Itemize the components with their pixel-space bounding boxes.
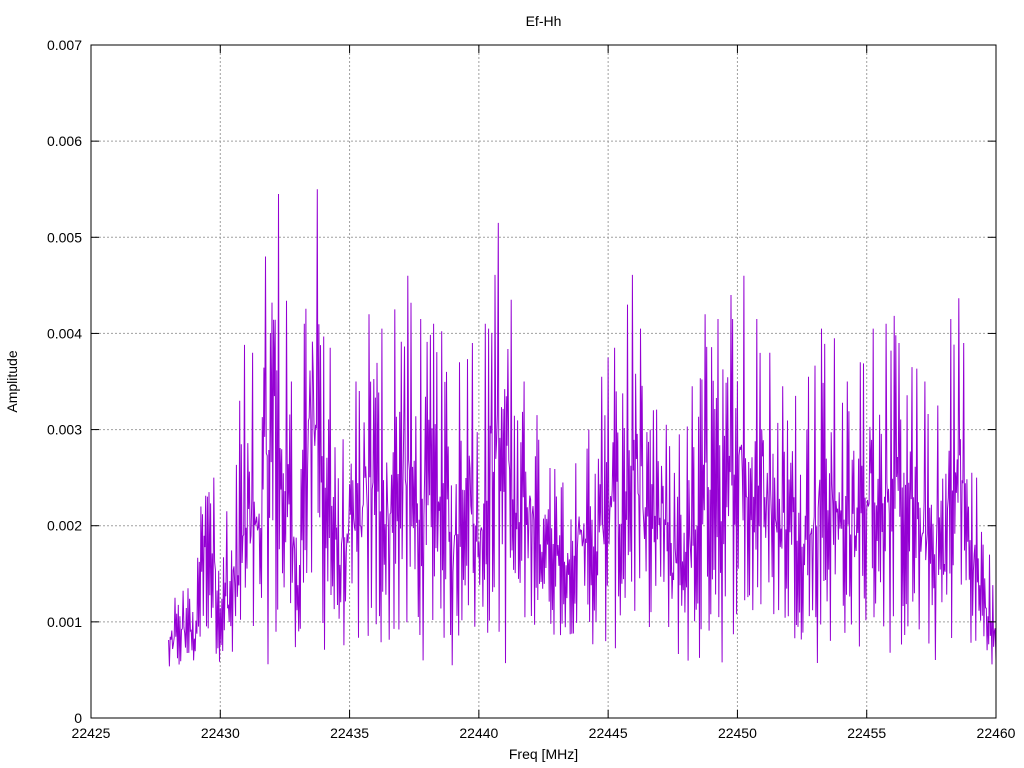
y-tick-label: 0.006 — [47, 133, 82, 149]
x-axis-label: Freq [MHz] — [509, 746, 578, 762]
y-tick-label: 0.002 — [47, 518, 82, 534]
x-tick-label: 22435 — [330, 725, 369, 741]
y-tick-label: 0.005 — [47, 229, 82, 245]
x-tick-label: 22460 — [977, 725, 1016, 741]
chart-title: Ef-Hh — [526, 13, 562, 29]
x-tick-label: 22450 — [718, 725, 757, 741]
x-tick-label: 22455 — [847, 725, 886, 741]
amplitude-series-line — [168, 189, 997, 667]
x-tick-label: 22430 — [201, 725, 240, 741]
y-axis-label: Amplitude — [4, 350, 20, 412]
x-tick-label: 22445 — [589, 725, 628, 741]
spectrum-chart: 22425 22430 22435 22440 22445 22450 22455 22460… — [4, 13, 1016, 762]
y-tick-label: 0 — [74, 710, 82, 726]
x-tick-label: 22425 — [72, 725, 111, 741]
y-tick-label: 0.004 — [47, 325, 82, 341]
y-tick-label: 0.001 — [47, 614, 82, 630]
y-tick-label: 0.007 — [47, 37, 82, 53]
y-tick-label: 0.003 — [47, 422, 82, 438]
series-layer — [168, 189, 997, 667]
x-tick-label: 22440 — [459, 725, 498, 741]
